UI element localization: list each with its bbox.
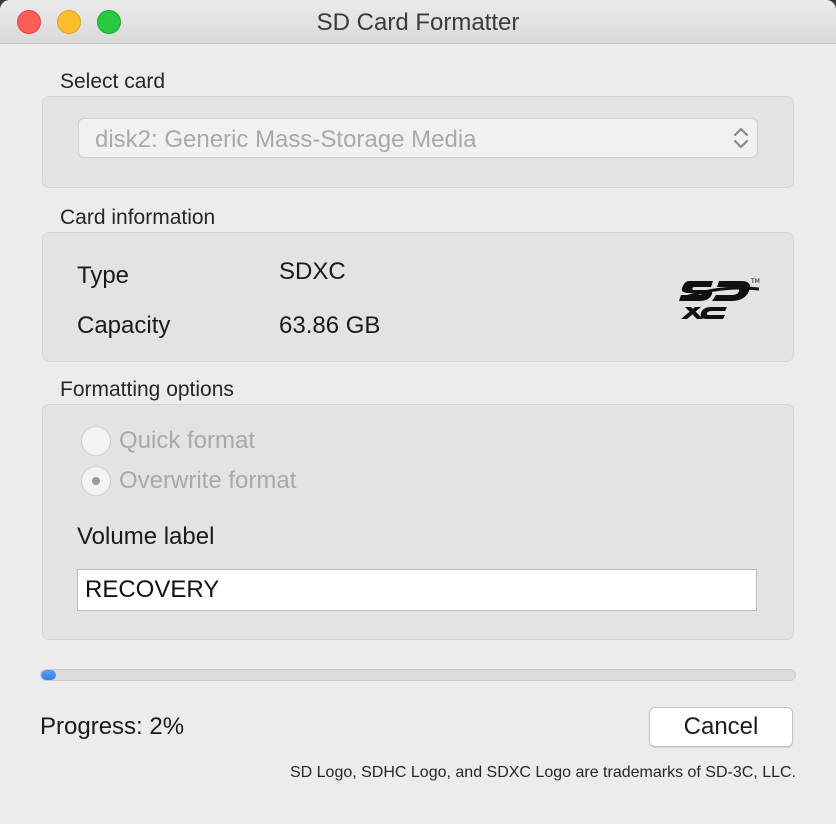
type-value: SDXC xyxy=(279,258,346,285)
card-information-label: Card information xyxy=(60,206,216,229)
card-select-value: disk2: Generic Mass-Storage Media xyxy=(95,126,477,153)
capacity-label: Capacity xyxy=(77,312,171,339)
progress-bar xyxy=(40,669,796,681)
svg-text:TM: TM xyxy=(750,278,760,285)
card-information-group: Type SDXC Capacity 63.86 GB TM xyxy=(42,232,794,362)
volume-label-title: Volume label xyxy=(77,523,215,550)
formatting-options-group: Quick format Overwrite format Volume lab… xyxy=(42,404,794,640)
sd-card-formatter-window: SD Card Formatter Select card disk2: Gen… xyxy=(0,0,836,824)
quick-format-radio[interactable] xyxy=(81,426,111,456)
title-bar[interactable]: SD Card Formatter xyxy=(0,0,836,44)
type-label: Type xyxy=(77,262,130,289)
quick-format-label[interactable]: Quick format xyxy=(119,427,255,455)
radio-selected-dot xyxy=(92,477,100,485)
up-down-chevron-icon xyxy=(733,127,749,149)
select-card-group: disk2: Generic Mass-Storage Media xyxy=(42,96,794,188)
sdxc-logo-icon: TM xyxy=(679,278,760,319)
overwrite-format-radio[interactable] xyxy=(81,466,111,496)
trademark-footer: SD Logo, SDHC Logo, and SDXC Logo are tr… xyxy=(289,764,796,781)
window-title: SD Card Formatter xyxy=(316,9,520,36)
overwrite-format-label[interactable]: Overwrite format xyxy=(119,467,296,495)
volume-label-input[interactable] xyxy=(77,569,757,611)
card-select-dropdown[interactable]: disk2: Generic Mass-Storage Media xyxy=(78,118,758,158)
formatting-options-label: Formatting options xyxy=(60,378,234,401)
progress-bar-fill xyxy=(41,670,57,680)
cancel-button[interactable]: Cancel xyxy=(649,707,793,747)
capacity-value: 63.86 GB xyxy=(279,312,381,339)
progress-text: Progress: 2% xyxy=(40,713,185,740)
select-card-label: Select card xyxy=(60,70,166,93)
